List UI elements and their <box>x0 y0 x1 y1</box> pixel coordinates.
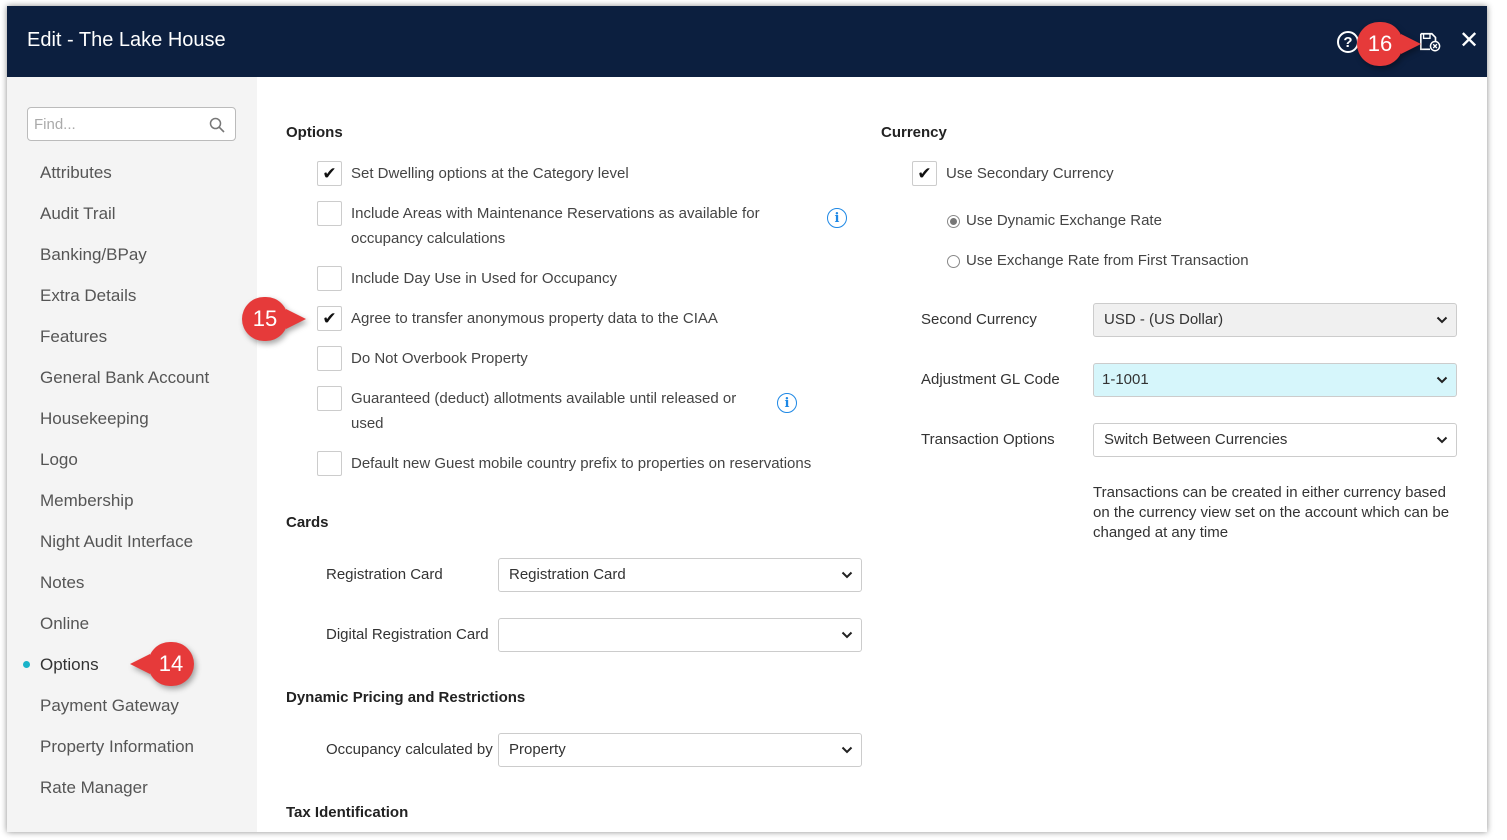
find-box <box>27 107 236 141</box>
option-label-maintenance-areas-line2: occupancy calculations <box>351 230 506 247</box>
callout-15: 15 <box>242 297 306 341</box>
cards-section-title: Cards <box>286 514 329 531</box>
search-icon[interactable] <box>209 117 225 133</box>
occupancy-calculated-value: Property <box>509 741 566 758</box>
sidebar-item-banking-bpay[interactable]: Banking/BPay <box>7 234 257 275</box>
occupancy-calculated-label: Occupancy calculated by <box>326 741 493 758</box>
adjustment-gl-code-select[interactable]: 1-1001 <box>1093 363 1457 397</box>
option-label-no-overbook: Do Not Overbook Property <box>351 350 528 367</box>
transaction-note-line2: on the currency view set on the account … <box>1093 504 1450 521</box>
transaction-note-line1: Transactions can be created in either cu… <box>1093 484 1446 501</box>
option-label-ciaa: Agree to transfer anonymous property dat… <box>351 310 718 327</box>
dialog-title: Edit - The Lake House <box>27 29 226 51</box>
use-secondary-currency-label: Use Secondary Currency <box>946 165 1114 182</box>
dynamic-exchange-rate-label: Use Dynamic Exchange Rate <box>966 212 1162 229</box>
sidebar-item-logo[interactable]: Logo <box>7 439 257 480</box>
sidebar-item-extra-details[interactable]: Extra Details <box>7 275 257 316</box>
second-currency-select[interactable]: USD - (US Dollar) <box>1093 303 1457 337</box>
chevron-down-icon <box>841 746 853 754</box>
digital-registration-card-select[interactable] <box>498 618 862 652</box>
find-input[interactable] <box>28 108 198 140</box>
sidebar-item-payment-gateway[interactable]: Payment Gateway <box>7 685 257 726</box>
option-checkbox-ciaa[interactable]: ✔ <box>317 306 342 331</box>
option-checkbox-day-use[interactable] <box>317 266 342 291</box>
option-label-day-use: Include Day Use in Used for Occupancy <box>351 270 617 287</box>
option-label-guaranteed-allotments-line1: Guaranteed (deduct) allotments available… <box>351 390 737 407</box>
occupancy-calculated-select[interactable]: Property <box>498 733 862 767</box>
sidebar-item-property-information[interactable]: Property Information <box>7 726 257 767</box>
option-checkbox-maintenance-areas[interactable] <box>317 201 342 226</box>
sidebar-item-online[interactable]: Online <box>7 603 257 644</box>
sidebar-item-membership[interactable]: Membership <box>7 480 257 521</box>
transaction-options-label: Transaction Options <box>921 431 1055 448</box>
sidebar: Attributes Audit Trail Banking/BPay Extr… <box>7 77 257 832</box>
second-currency-label: Second Currency <box>921 311 1037 328</box>
option-label-guaranteed-allotments-line2: used <box>351 415 384 432</box>
sidebar-nav: Attributes Audit Trail Banking/BPay Extr… <box>7 152 257 808</box>
edit-dialog: Edit - The Lake House ? ✕ Attributes Aud… <box>7 6 1487 832</box>
sidebar-item-rate-manager[interactable]: Rate Manager <box>7 767 257 808</box>
first-transaction-rate-radio[interactable] <box>947 255 960 268</box>
dynamic-exchange-rate-radio[interactable] <box>947 215 960 228</box>
help-icon[interactable]: ? <box>1337 31 1359 53</box>
sidebar-item-attributes[interactable]: Attributes <box>7 152 257 193</box>
sidebar-item-features[interactable]: Features <box>7 316 257 357</box>
chevron-down-icon <box>841 631 853 639</box>
option-checkbox-mobile-prefix[interactable] <box>317 451 342 476</box>
callout-16: 16 <box>1357 22 1421 66</box>
transaction-note-line3: changed at any time <box>1093 524 1229 541</box>
adjustment-gl-code-value: 1-1001 <box>1102 371 1149 388</box>
main-content: Options ✔ Set Dwelling options at the Ca… <box>257 77 1487 832</box>
sidebar-item-general-bank-account[interactable]: General Bank Account <box>7 357 257 398</box>
option-checkbox-dwelling-category[interactable]: ✔ <box>317 161 342 186</box>
sidebar-item-audit-trail[interactable]: Audit Trail <box>7 193 257 234</box>
close-icon[interactable]: ✕ <box>1458 27 1480 54</box>
dynamic-pricing-section-title: Dynamic Pricing and Restrictions <box>286 689 526 706</box>
option-checkbox-no-overbook[interactable] <box>317 346 342 371</box>
registration-card-value: Registration Card <box>509 566 626 583</box>
option-label-maintenance-areas-line1: Include Areas with Maintenance Reservati… <box>351 205 760 222</box>
currency-section-title: Currency <box>881 124 947 141</box>
transaction-options-select[interactable]: Switch Between Currencies <box>1093 423 1457 457</box>
option-label-dwelling-category: Set Dwelling options at the Category lev… <box>351 165 629 182</box>
chevron-down-icon <box>1436 376 1448 384</box>
option-checkbox-guaranteed-allotments[interactable] <box>317 386 342 411</box>
info-icon[interactable]: i <box>777 393 797 413</box>
tax-identification-section-title: Tax Identification <box>286 804 409 821</box>
registration-card-label: Registration Card <box>326 566 443 583</box>
digital-registration-card-label: Digital Registration Card <box>326 626 489 643</box>
title-bar: Edit - The Lake House ? ✕ <box>7 6 1487 77</box>
chevron-down-icon <box>841 571 853 579</box>
save-close-icon[interactable] <box>1419 31 1441 53</box>
registration-card-select[interactable]: Registration Card <box>498 558 862 592</box>
options-section-title: Options <box>286 124 343 141</box>
option-label-mobile-prefix: Default new Guest mobile country prefix … <box>351 455 812 472</box>
adjustment-gl-code-label: Adjustment GL Code <box>921 371 1060 388</box>
second-currency-value: USD - (US Dollar) <box>1104 311 1224 328</box>
sidebar-item-night-audit-interface[interactable]: Night Audit Interface <box>7 521 257 562</box>
chevron-down-icon <box>1436 316 1448 324</box>
transaction-options-value: Switch Between Currencies <box>1104 431 1288 448</box>
info-icon[interactable]: i <box>827 208 847 228</box>
first-transaction-rate-label: Use Exchange Rate from First Transaction <box>966 252 1249 269</box>
callout-14: 14 <box>130 642 194 686</box>
sidebar-item-housekeeping[interactable]: Housekeeping <box>7 398 257 439</box>
use-secondary-currency-checkbox[interactable]: ✔ <box>912 161 937 186</box>
sidebar-item-notes[interactable]: Notes <box>7 562 257 603</box>
chevron-down-icon <box>1436 436 1448 444</box>
